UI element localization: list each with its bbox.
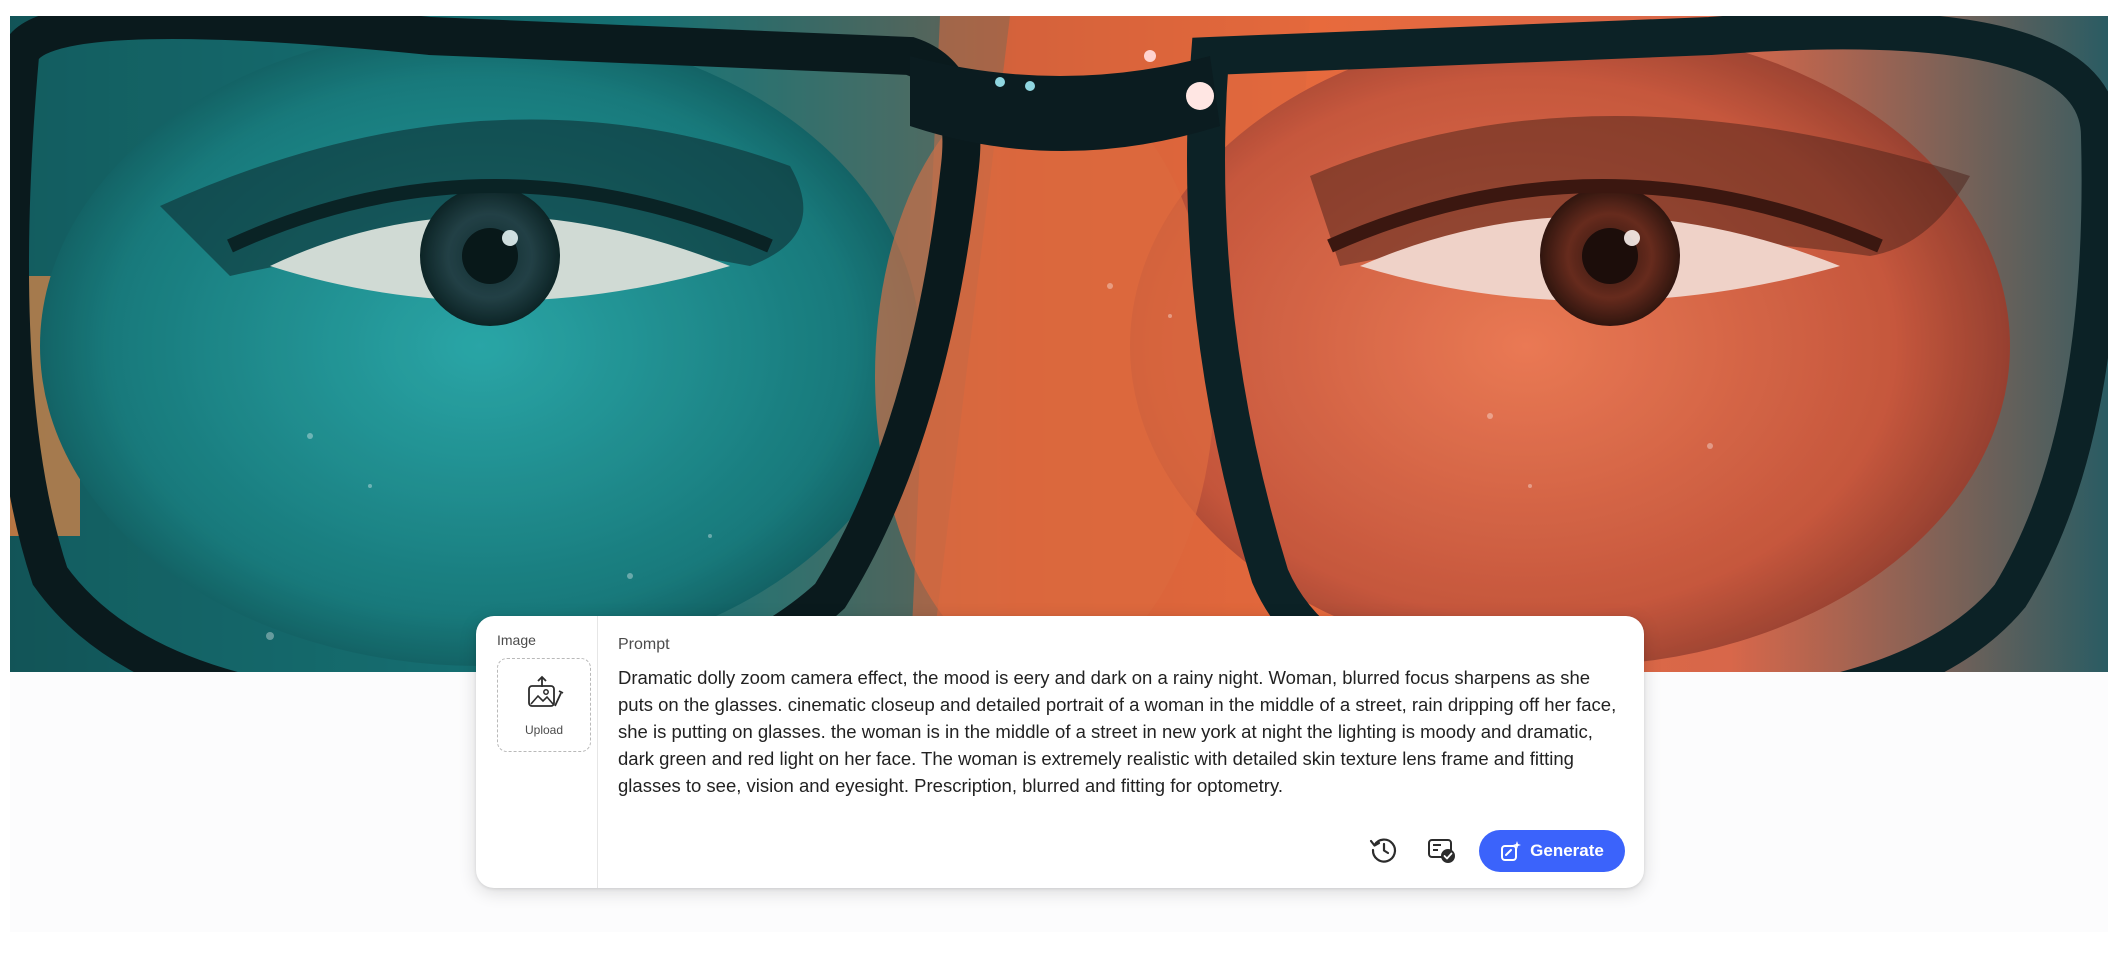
prompt-textarea[interactable]: Dramatic dolly zoom camera effect, the m… [618,664,1618,799]
closeup-woman-glasses-image [10,16,2108,672]
history-button[interactable] [1366,832,1402,868]
generate-sparkle-icon [1501,841,1522,861]
image-label: Image [497,632,536,648]
hero-image [10,16,2108,672]
upload-button[interactable]: Upload [497,658,591,752]
page: Image Upload Prompt Dramatic dolly zoom … [0,0,2122,954]
credits-button[interactable] [1423,832,1459,868]
generate-button[interactable]: Generate [1479,830,1625,872]
image-upload-icon [528,675,564,707]
prompt-panel: Image Upload Prompt Dramatic dolly zoom … [476,616,1644,888]
history-icon [1369,838,1397,863]
image-input-column: Image Upload [476,616,598,888]
upload-label: Upload [524,723,564,737]
prompt-label: Prompt [618,636,670,653]
generate-label: Generate [1530,841,1604,860]
credits-badge-icon [1428,839,1455,863]
